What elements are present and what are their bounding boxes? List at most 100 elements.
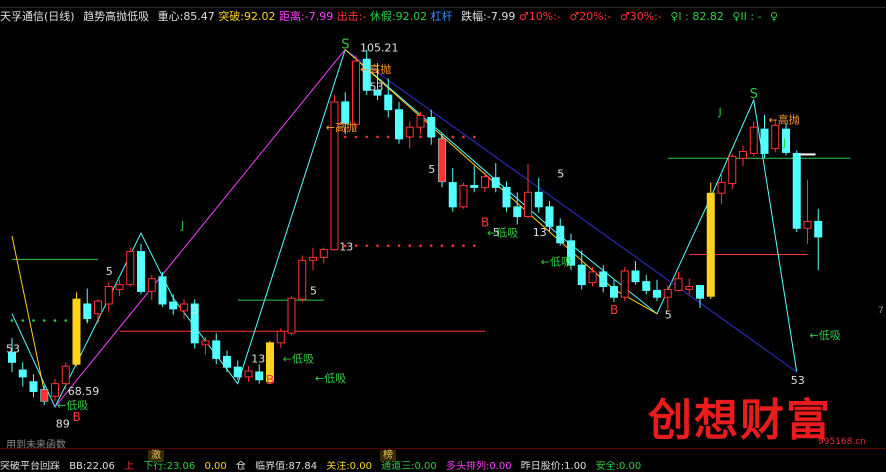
level-dot — [365, 135, 369, 139]
indicator-header: 天孚通信(日线) 趋势高抛低吸 重心:85.47 突破:92.02 距离:-7.… — [0, 8, 886, 26]
level-dot — [365, 244, 369, 248]
candle-body — [470, 184, 479, 188]
level-dot — [429, 244, 433, 248]
candle-body — [416, 115, 425, 128]
level-dot — [451, 135, 455, 139]
candle-body — [341, 101, 350, 124]
candle-body — [534, 191, 543, 208]
diefu-value: 跌幅:-7.99 — [461, 10, 516, 23]
candle-body — [298, 259, 307, 300]
candle-body — [663, 288, 672, 298]
stock-title[interactable]: 天孚通信(日线) — [0, 10, 75, 23]
trend-line-cyan-2 — [172, 49, 346, 385]
level-dot — [419, 135, 422, 139]
buy-signal-B: B — [73, 410, 81, 424]
tab-bang[interactable]: 榜 — [380, 450, 396, 461]
candle-body — [599, 271, 608, 288]
count-5-label: 5 — [192, 304, 199, 317]
buy-signal-B: B — [481, 216, 489, 230]
juli-value: 距离:-7.99 — [279, 10, 334, 23]
level-dot — [440, 244, 444, 248]
j-label: J — [782, 137, 786, 150]
candle-body — [653, 289, 661, 298]
candle-body — [577, 264, 586, 286]
candle-body — [610, 286, 618, 298]
count-13-label: 13 — [339, 241, 353, 254]
candle-body — [749, 126, 758, 154]
candle-body — [685, 286, 694, 290]
candle-body — [739, 150, 747, 159]
dixi-label: ←低吸 — [487, 226, 518, 239]
count-5-label: 5 — [106, 265, 113, 278]
candle-body — [244, 370, 253, 378]
gaopao-label: ←高抛 — [360, 62, 391, 76]
status-l: 安全:0.00 — [595, 461, 642, 472]
level-dot — [10, 319, 14, 322]
candle-body — [287, 297, 296, 334]
buy-signal-B: B — [610, 303, 618, 317]
status-b: BB:22.06 — [69, 461, 115, 472]
pct10: ♂10%:- — [518, 10, 561, 23]
sell-signal-S: S — [750, 87, 758, 102]
candle-body — [448, 182, 457, 208]
watermark-title: 创想财富 — [648, 395, 832, 446]
status-j: 多头排列:0.00 — [445, 461, 512, 472]
candle-body — [158, 276, 167, 305]
status-k: 昨日股价:1.00 — [520, 461, 587, 472]
candle-body — [588, 271, 597, 284]
r3-value: ♀ — [770, 10, 779, 23]
candle-body — [556, 225, 565, 244]
pct20: ♂20%:- — [569, 10, 612, 23]
tupo-value: 突破:92.02 — [218, 10, 276, 23]
level-dot — [376, 244, 379, 248]
candle-body — [524, 191, 532, 218]
candle-body — [137, 251, 145, 292]
candle-body — [513, 206, 522, 218]
candle-body — [728, 155, 737, 185]
peak-price-label: 105.21 — [360, 41, 399, 54]
chuji-value: 出击:- — [336, 10, 367, 23]
status-c: 上 — [124, 461, 135, 472]
level-dot — [354, 244, 358, 248]
candle-body — [427, 116, 436, 138]
level-dot — [21, 319, 25, 322]
level-dot — [451, 244, 455, 248]
tab-ji[interactable]: 激 — [148, 450, 164, 461]
candle-body — [29, 381, 38, 392]
level-dot — [42, 319, 46, 322]
candle-body-strong — [438, 138, 446, 182]
candle-body — [212, 340, 221, 359]
candle-body — [126, 251, 135, 286]
period-toolbar — [0, 0, 886, 8]
candle-body — [384, 94, 393, 111]
level-dot — [419, 244, 422, 248]
indicator-name[interactable]: 趋势高抛低吸 — [83, 10, 149, 23]
count-5-label: 5 — [428, 163, 435, 176]
level-dot — [462, 135, 465, 139]
status-h: 关注:0.00 — [326, 461, 372, 472]
candle-body — [223, 355, 231, 368]
level-dot — [354, 135, 358, 139]
candle-body — [502, 186, 511, 208]
candle-body — [706, 192, 715, 297]
candle-body — [459, 184, 468, 208]
candle-body — [276, 330, 285, 344]
candle-body — [233, 366, 242, 378]
candle-body — [491, 177, 500, 188]
candle-body — [620, 270, 629, 298]
level-dot — [386, 244, 390, 248]
count-53-label: 53 — [370, 80, 384, 93]
trend-line-blue — [344, 49, 798, 373]
r1-value: ♀I : 82.82 — [670, 10, 724, 23]
count-5-label: 5 — [493, 226, 500, 239]
count-5-label: 5 — [665, 309, 672, 322]
candle-body — [545, 206, 554, 227]
candle-body — [674, 278, 683, 291]
trend-line-yellow — [344, 49, 658, 315]
candle-body — [309, 256, 317, 261]
sell-signal-S: S — [341, 37, 349, 52]
ganggan-label: 杠杆 — [430, 10, 453, 23]
count-13-label: 13 — [251, 352, 265, 365]
count-89-label: 89 — [56, 418, 70, 431]
candle-body — [717, 182, 726, 194]
